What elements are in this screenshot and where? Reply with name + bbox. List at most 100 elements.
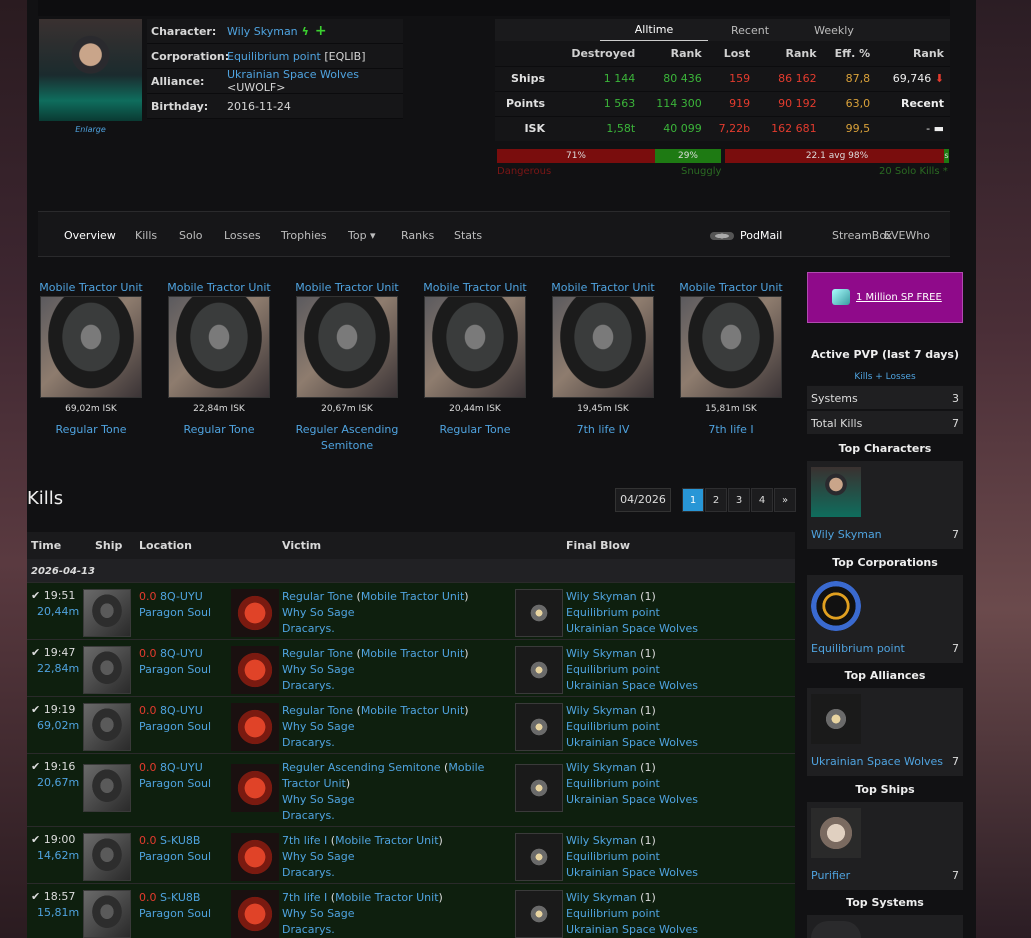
final-blow-corp[interactable]: Equilibrium point <box>566 907 660 920</box>
top-ship-card[interactable]: Purifier 7 <box>807 802 963 890</box>
tab-alltime[interactable]: Alltime <box>600 23 708 41</box>
alliance-link[interactable]: Ukrainian Space Wolves <box>227 68 359 81</box>
tab-weekly[interactable]: Weekly <box>792 24 876 41</box>
dracarys-logo-icon[interactable] <box>231 703 279 751</box>
final-blow-name[interactable]: Wily Skyman <box>566 590 637 603</box>
top-kill-victim[interactable]: Reguler Ascending Semitone <box>283 422 411 454</box>
top-kill-card[interactable]: Mobile Tractor Unit 69,02m ISK Regular T… <box>27 281 155 438</box>
alliance-star-icon[interactable] <box>515 703 563 751</box>
top-system-card[interactable] <box>807 915 963 938</box>
top-kill-victim[interactable]: 7th life I <box>667 422 795 438</box>
victim-name[interactable]: Regular Tone <box>282 590 353 603</box>
sp-promo-banner[interactable]: 1 Million SP FREE <box>807 272 963 323</box>
kill-row[interactable]: ✔ 18:57 15,81m 0.0 S-KU8B Paragon Soul 7t… <box>27 883 795 938</box>
system-link[interactable]: 8Q-UYU <box>160 704 203 717</box>
victim-alliance[interactable]: Dracarys. <box>282 622 335 635</box>
victim-ship[interactable]: Mobile Tractor Unit <box>361 704 464 717</box>
victim-corp[interactable]: Why So Sage <box>282 850 355 863</box>
top-kill-card[interactable]: Mobile Tractor Unit 19,45m ISK 7th life … <box>539 281 667 438</box>
final-blow-alliance[interactable]: Ukrainian Space Wolves <box>566 923 698 936</box>
page-next[interactable]: » <box>774 488 796 512</box>
kill-row[interactable]: ✔ 19:51 20,44m 0.0 8Q-UYU Paragon Soul Re… <box>27 582 795 639</box>
top-kill-victim[interactable]: Regular Tone <box>27 422 155 438</box>
region-link[interactable]: Paragon Soul <box>139 850 211 863</box>
victim-ship[interactable]: Mobile Tractor Unit <box>361 647 464 660</box>
dracarys-logo-icon[interactable] <box>231 890 279 938</box>
victim-name[interactable]: 7th life I <box>282 891 327 904</box>
alliance-star-icon[interactable] <box>811 694 861 744</box>
region-link[interactable]: Paragon Soul <box>139 606 211 619</box>
page-2[interactable]: 2 <box>705 488 727 512</box>
top-alliance-card[interactable]: Ukrainian Space Wolves 7 <box>807 688 963 776</box>
top-corporation-card[interactable]: Equilibrium point 7 <box>807 575 963 663</box>
nav-top-dropdown[interactable]: Top ▾ <box>348 229 376 242</box>
ship-icon[interactable] <box>83 703 131 751</box>
top-kill-ship[interactable]: Mobile Tractor Unit <box>283 281 411 294</box>
victim-corp[interactable]: Why So Sage <box>282 606 355 619</box>
system-link[interactable]: S-KU8B <box>160 834 200 847</box>
final-blow-corp[interactable]: Equilibrium point <box>566 663 660 676</box>
top-kill-ship[interactable]: Mobile Tractor Unit <box>155 281 283 294</box>
alliance-star-icon[interactable] <box>515 589 563 637</box>
region-link[interactable]: Paragon Soul <box>139 720 211 733</box>
kill-value[interactable]: 15,81m <box>37 906 79 919</box>
nav-ranks[interactable]: Ranks <box>401 229 434 242</box>
final-blow-name[interactable]: Wily Skyman <box>566 647 637 660</box>
final-blow-alliance[interactable]: Ukrainian Space Wolves <box>566 736 698 749</box>
victim-name[interactable]: Regular Tone <box>282 704 353 717</box>
active-pvp-subtitle[interactable]: Kills + Losses <box>807 372 963 382</box>
month-selector[interactable]: 04/2026 <box>615 488 671 512</box>
page-1[interactable]: 1 <box>682 488 704 512</box>
system-icon[interactable] <box>811 921 861 938</box>
top-kill-victim[interactable]: 7th life IV <box>539 422 667 438</box>
character-avatar[interactable] <box>811 467 861 517</box>
final-blow-corp[interactable]: Equilibrium point <box>566 777 660 790</box>
system-link[interactable]: 8Q-UYU <box>160 590 203 603</box>
dracarys-logo-icon[interactable] <box>231 589 279 637</box>
final-blow-alliance[interactable]: Ukrainian Space Wolves <box>566 866 698 879</box>
nav-kills[interactable]: Kills <box>135 229 157 242</box>
ship-icon[interactable] <box>83 833 131 881</box>
top-kill-ship[interactable]: Mobile Tractor Unit <box>667 281 795 294</box>
top-kill-card[interactable]: Mobile Tractor Unit 20,67m ISK Reguler A… <box>283 281 411 454</box>
final-blow-alliance[interactable]: Ukrainian Space Wolves <box>566 679 698 692</box>
promo-link[interactable]: 1 Million SP FREE <box>856 292 942 303</box>
top-kill-victim[interactable]: Regular Tone <box>155 422 283 438</box>
victim-alliance[interactable]: Dracarys. <box>282 736 335 749</box>
nav-trophies[interactable]: Trophies <box>281 229 327 242</box>
tab-recent[interactable]: Recent <box>708 24 792 41</box>
nav-podmail[interactable]: PodMail <box>740 229 782 242</box>
top-ship-name[interactable]: Purifier <box>811 869 850 882</box>
kill-value[interactable]: 22,84m <box>37 662 79 675</box>
add-icon[interactable]: + <box>315 23 327 39</box>
victim-corp[interactable]: Why So Sage <box>282 663 355 676</box>
dracarys-logo-icon[interactable] <box>231 833 279 881</box>
page-3[interactable]: 3 <box>728 488 750 512</box>
corporation-logo-icon[interactable] <box>811 581 861 631</box>
alliance-star-icon[interactable] <box>515 833 563 881</box>
kill-row[interactable]: ✔ 19:19 69,02m 0.0 8Q-UYU Paragon Soul Re… <box>27 696 795 753</box>
victim-alliance[interactable]: Dracarys. <box>282 679 335 692</box>
top-alliance-name[interactable]: Ukrainian Space Wolves <box>811 755 943 768</box>
kill-value[interactable]: 14,62m <box>37 849 79 862</box>
final-blow-corp[interactable]: Equilibrium point <box>566 606 660 619</box>
alliance-star-icon[interactable] <box>515 764 563 812</box>
region-link[interactable]: Paragon Soul <box>139 907 211 920</box>
kill-row[interactable]: ✔ 19:00 14,62m 0.0 S-KU8B Paragon Soul 7t… <box>27 826 795 883</box>
top-character-name[interactable]: Wily Skyman <box>811 528 882 541</box>
final-blow-name[interactable]: Wily Skyman <box>566 891 637 904</box>
kill-value[interactable]: 69,02m <box>37 719 79 732</box>
top-kill-ship[interactable]: Mobile Tractor Unit <box>27 281 155 294</box>
kill-value[interactable]: 20,67m <box>37 776 79 789</box>
tractor-unit-image[interactable] <box>424 296 526 398</box>
kill-row[interactable]: ✔ 19:47 22,84m 0.0 8Q-UYU Paragon Soul Re… <box>27 639 795 696</box>
final-blow-name[interactable]: Wily Skyman <box>566 834 637 847</box>
tractor-unit-image[interactable] <box>296 296 398 398</box>
system-link[interactable]: S-KU8B <box>160 891 200 904</box>
final-blow-corp[interactable]: Equilibrium point <box>566 720 660 733</box>
victim-corp[interactable]: Why So Sage <box>282 907 355 920</box>
top-corporation-name[interactable]: Equilibrium point <box>811 642 905 655</box>
victim-name[interactable]: 7th life I <box>282 834 327 847</box>
enlarge-link[interactable]: Enlarge <box>39 125 142 134</box>
top-character-card[interactable]: Wily Skyman 7 <box>807 461 963 549</box>
